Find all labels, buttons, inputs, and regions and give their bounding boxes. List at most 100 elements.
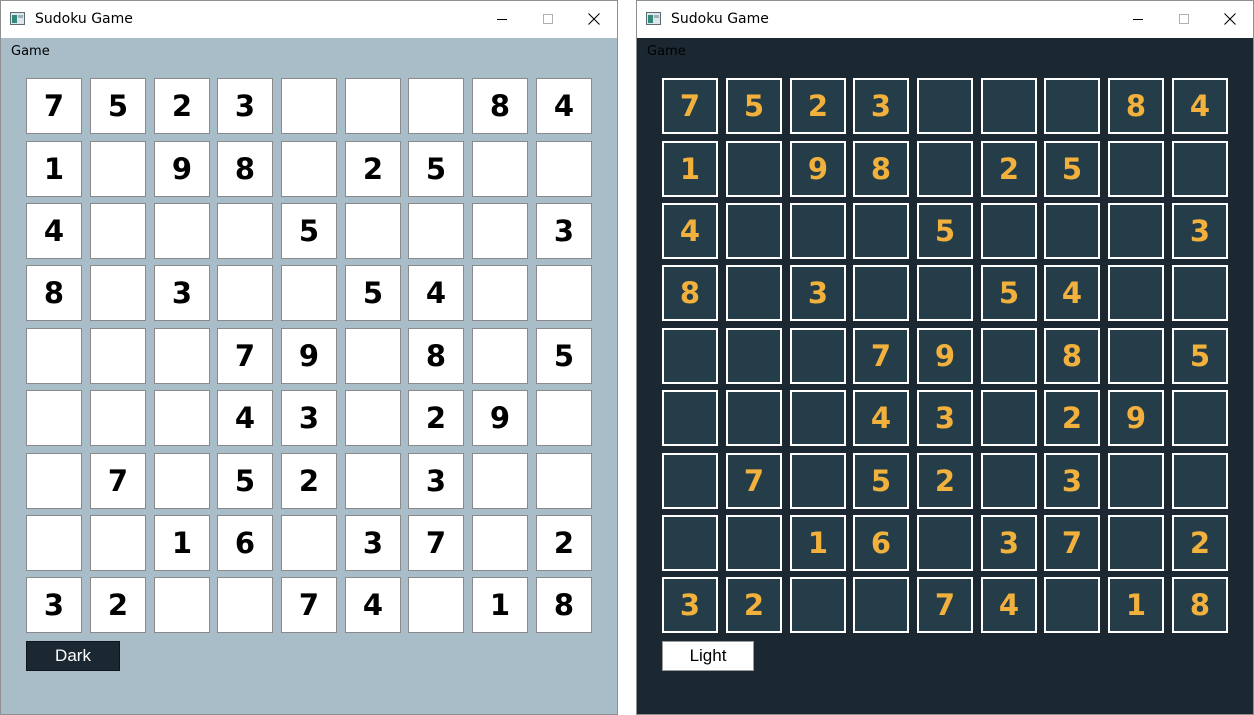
sudoku-cell[interactable] (26, 515, 82, 571)
sudoku-cell[interactable]: 7 (917, 577, 973, 633)
sudoku-cell[interactable] (790, 453, 846, 509)
sudoku-cell[interactable] (345, 390, 401, 446)
sudoku-cell[interactable]: 3 (536, 203, 592, 259)
sudoku-cell[interactable] (90, 141, 146, 197)
sudoku-cell[interactable]: 3 (1172, 203, 1228, 259)
sudoku-cell[interactable] (1108, 453, 1164, 509)
sudoku-cell[interactable]: 2 (726, 577, 782, 633)
sudoku-cell[interactable] (472, 515, 528, 571)
sudoku-cell[interactable] (536, 453, 592, 509)
sudoku-cell[interactable] (90, 265, 146, 321)
sudoku-cell[interactable] (662, 390, 718, 446)
sudoku-cell[interactable]: 4 (1044, 265, 1100, 321)
sudoku-cell[interactable] (26, 328, 82, 384)
sudoku-cell[interactable] (853, 203, 909, 259)
sudoku-cell[interactable] (1172, 141, 1228, 197)
sudoku-cell[interactable] (345, 78, 401, 134)
sudoku-cell[interactable] (345, 203, 401, 259)
sudoku-cell[interactable]: 4 (345, 577, 401, 633)
sudoku-cell[interactable] (281, 78, 337, 134)
sudoku-cell[interactable]: 7 (726, 453, 782, 509)
sudoku-cell[interactable]: 6 (217, 515, 273, 571)
sudoku-cell[interactable]: 7 (408, 515, 464, 571)
menu-game[interactable]: Game (11, 44, 50, 59)
sudoku-cell[interactable]: 7 (853, 328, 909, 384)
sudoku-cell[interactable] (981, 453, 1037, 509)
sudoku-cell[interactable]: 7 (26, 78, 82, 134)
sudoku-cell[interactable]: 7 (662, 78, 718, 134)
sudoku-cell[interactable]: 3 (790, 265, 846, 321)
sudoku-cell[interactable]: 2 (790, 78, 846, 134)
sudoku-cell[interactable]: 8 (1108, 78, 1164, 134)
sudoku-cell[interactable]: 3 (217, 78, 273, 134)
sudoku-cell[interactable]: 3 (154, 265, 210, 321)
sudoku-cell[interactable]: 5 (1172, 328, 1228, 384)
sudoku-cell[interactable]: 5 (408, 141, 464, 197)
sudoku-cell[interactable]: 4 (1172, 78, 1228, 134)
sudoku-cell[interactable] (1108, 328, 1164, 384)
sudoku-cell[interactable] (917, 265, 973, 321)
sudoku-cell[interactable]: 2 (90, 577, 146, 633)
sudoku-cell[interactable] (1108, 141, 1164, 197)
sudoku-cell[interactable] (154, 328, 210, 384)
sudoku-cell[interactable] (981, 390, 1037, 446)
sudoku-cell[interactable] (408, 78, 464, 134)
sudoku-cell[interactable]: 5 (345, 265, 401, 321)
sudoku-cell[interactable]: 4 (217, 390, 273, 446)
sudoku-cell[interactable] (790, 390, 846, 446)
minimize-button[interactable] (1115, 1, 1161, 38)
sudoku-cell[interactable] (726, 203, 782, 259)
sudoku-cell[interactable]: 2 (408, 390, 464, 446)
sudoku-cell[interactable] (217, 577, 273, 633)
sudoku-cell[interactable]: 6 (853, 515, 909, 571)
sudoku-cell[interactable] (217, 265, 273, 321)
sudoku-cell[interactable]: 5 (853, 453, 909, 509)
sudoku-cell[interactable]: 4 (853, 390, 909, 446)
sudoku-cell[interactable]: 2 (536, 515, 592, 571)
sudoku-cell[interactable] (790, 577, 846, 633)
sudoku-cell[interactable]: 4 (981, 577, 1037, 633)
sudoku-cell[interactable]: 3 (26, 577, 82, 633)
sudoku-cell[interactable]: 2 (345, 141, 401, 197)
title-bar[interactable]: Sudoku Game (637, 1, 1253, 38)
sudoku-cell[interactable]: 1 (1108, 577, 1164, 633)
sudoku-cell[interactable]: 5 (90, 78, 146, 134)
sudoku-cell[interactable]: 9 (154, 141, 210, 197)
sudoku-cell[interactable]: 9 (281, 328, 337, 384)
sudoku-cell[interactable] (154, 203, 210, 259)
sudoku-cell[interactable] (662, 328, 718, 384)
sudoku-cell[interactable] (726, 265, 782, 321)
sudoku-cell[interactable] (981, 328, 1037, 384)
sudoku-cell[interactable] (536, 265, 592, 321)
sudoku-cell[interactable]: 5 (217, 453, 273, 509)
sudoku-cell[interactable]: 8 (1044, 328, 1100, 384)
sudoku-cell[interactable]: 3 (662, 577, 718, 633)
sudoku-cell[interactable]: 2 (154, 78, 210, 134)
sudoku-cell[interactable]: 1 (26, 141, 82, 197)
sudoku-cell[interactable]: 3 (1044, 453, 1100, 509)
sudoku-cell[interactable]: 2 (281, 453, 337, 509)
sudoku-cell[interactable] (536, 141, 592, 197)
sudoku-cell[interactable]: 7 (90, 453, 146, 509)
sudoku-cell[interactable]: 3 (981, 515, 1037, 571)
sudoku-cell[interactable] (217, 203, 273, 259)
sudoku-cell[interactable]: 8 (853, 141, 909, 197)
sudoku-cell[interactable]: 2 (1044, 390, 1100, 446)
sudoku-cell[interactable]: 4 (26, 203, 82, 259)
sudoku-cell[interactable] (917, 78, 973, 134)
sudoku-cell[interactable]: 2 (981, 141, 1037, 197)
sudoku-cell[interactable]: 3 (345, 515, 401, 571)
sudoku-cell[interactable]: 8 (536, 577, 592, 633)
sudoku-cell[interactable] (472, 203, 528, 259)
sudoku-cell[interactable]: 1 (790, 515, 846, 571)
sudoku-cell[interactable] (917, 141, 973, 197)
sudoku-cell[interactable] (790, 328, 846, 384)
sudoku-cell[interactable] (662, 453, 718, 509)
sudoku-cell[interactable] (726, 515, 782, 571)
sudoku-cell[interactable]: 7 (217, 328, 273, 384)
sudoku-cell[interactable] (790, 203, 846, 259)
sudoku-cell[interactable]: 8 (662, 265, 718, 321)
sudoku-cell[interactable] (472, 141, 528, 197)
sudoku-cell[interactable] (90, 328, 146, 384)
sudoku-cell[interactable]: 4 (408, 265, 464, 321)
